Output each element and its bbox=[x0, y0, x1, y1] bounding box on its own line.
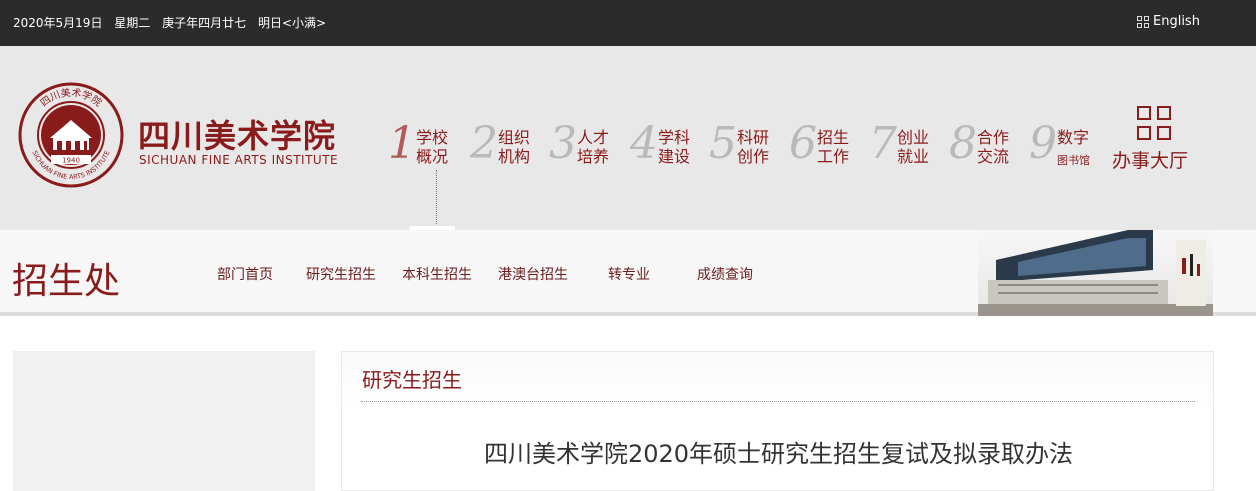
nav-indicator-line bbox=[436, 170, 437, 224]
service-hall-label: 办事大厅 bbox=[1112, 150, 1189, 172]
site-header: 1940 四川美术学院 SICHUAN FINE ARTS INSTITUTE … bbox=[0, 46, 1256, 230]
nav-label-line1: 人才 bbox=[577, 128, 610, 147]
content-panel: 研究生招生 四川美术学院2020年硕士研究生招生复试及拟录取办法 bbox=[341, 351, 1214, 491]
subnav-hk-macau-taiwan[interactable]: 港澳台招生 bbox=[498, 264, 568, 284]
nav-label-line2: 图书馆 bbox=[1057, 154, 1090, 167]
nav-label-line1: 创业 bbox=[897, 128, 930, 147]
campus-building-image bbox=[978, 230, 1213, 316]
sidebar-panel bbox=[13, 351, 315, 491]
nav-number: 9 bbox=[1029, 118, 1057, 169]
service-hall-button[interactable]: 办事大厅 bbox=[1112, 104, 1196, 172]
solar-term-text: 明日<小满> bbox=[257, 16, 327, 30]
subnav-graduate-admission[interactable]: 研究生招生 bbox=[306, 264, 376, 284]
school-name[interactable]: 四川美术学院 bbox=[138, 111, 336, 157]
subnav-score-query[interactable]: 成绩查询 bbox=[697, 264, 753, 284]
nav-number: 3 bbox=[549, 118, 577, 169]
nav-number: 7 bbox=[869, 118, 897, 169]
section-title: 研究生招生 bbox=[362, 368, 462, 392]
nav-label-line2: 交流 bbox=[977, 147, 1010, 166]
nav-label-line2: 创作 bbox=[737, 147, 770, 166]
top-bar: 2020年5月19日 星期二 庚子年四月廿七 明日<小满> English bbox=[0, 0, 1256, 46]
nav-label-line1: 学校 bbox=[416, 128, 449, 147]
nav-label-line2: 培养 bbox=[577, 147, 610, 166]
school-seal-logo[interactable]: 1940 四川美术学院 SICHUAN FINE ARTS INSTITUTE bbox=[18, 82, 124, 188]
lunar-date-text: 庚子年四月廿七 bbox=[162, 16, 247, 30]
department-bar: 招生处 部门首页 研究生招生 本科生招生 港澳台招生 转专业 成绩查询 bbox=[0, 230, 1256, 316]
nav-label-line2: 机构 bbox=[498, 147, 531, 166]
department-title: 招生处 bbox=[12, 261, 121, 302]
nav-label-line1: 合作 bbox=[977, 128, 1010, 147]
english-link-label: English bbox=[1153, 14, 1200, 29]
nav-label-line2: 工作 bbox=[817, 147, 850, 166]
nav-label-line1: 数字 bbox=[1057, 128, 1090, 147]
nav-label-line1: 科研 bbox=[737, 128, 770, 147]
subnav-undergraduate-admission[interactable]: 本科生招生 bbox=[402, 264, 472, 284]
date-info: 2020年5月19日 星期二 庚子年四月廿七 明日<小满> bbox=[13, 14, 334, 31]
nav-number: 4 bbox=[630, 118, 658, 169]
nav-label-line1: 组织 bbox=[498, 128, 531, 147]
school-name-english: SICHUAN FINE ARTS INSTITUTE bbox=[139, 153, 339, 167]
subnav-transfer-major[interactable]: 转专业 bbox=[608, 264, 650, 284]
nav-number: 8 bbox=[949, 118, 977, 169]
nav-label-line2: 就业 bbox=[897, 147, 930, 166]
seal-year: 1940 bbox=[62, 157, 80, 165]
nav-number: 1 bbox=[388, 118, 416, 169]
grid-icon bbox=[1137, 106, 1171, 140]
article-title: 四川美术学院2020年硕士研究生招生复试及拟录取办法 bbox=[483, 440, 1074, 468]
english-link[interactable]: English bbox=[1137, 14, 1200, 29]
nav-label-line2: 概况 bbox=[416, 147, 449, 166]
nav-number: 5 bbox=[709, 118, 737, 169]
nav-label-line2: 建设 bbox=[658, 147, 691, 166]
section-divider bbox=[361, 401, 1195, 402]
nav-number: 2 bbox=[470, 118, 498, 169]
subnav-home[interactable]: 部门首页 bbox=[217, 264, 273, 284]
nav-number: 6 bbox=[789, 118, 817, 169]
date-text: 2020年5月19日 bbox=[13, 16, 103, 30]
nav-label-line1: 招生 bbox=[817, 128, 850, 147]
weekday-text: 星期二 bbox=[114, 16, 151, 30]
nav-label-line1: 学科 bbox=[658, 128, 691, 147]
grid-icon bbox=[1137, 15, 1149, 28]
